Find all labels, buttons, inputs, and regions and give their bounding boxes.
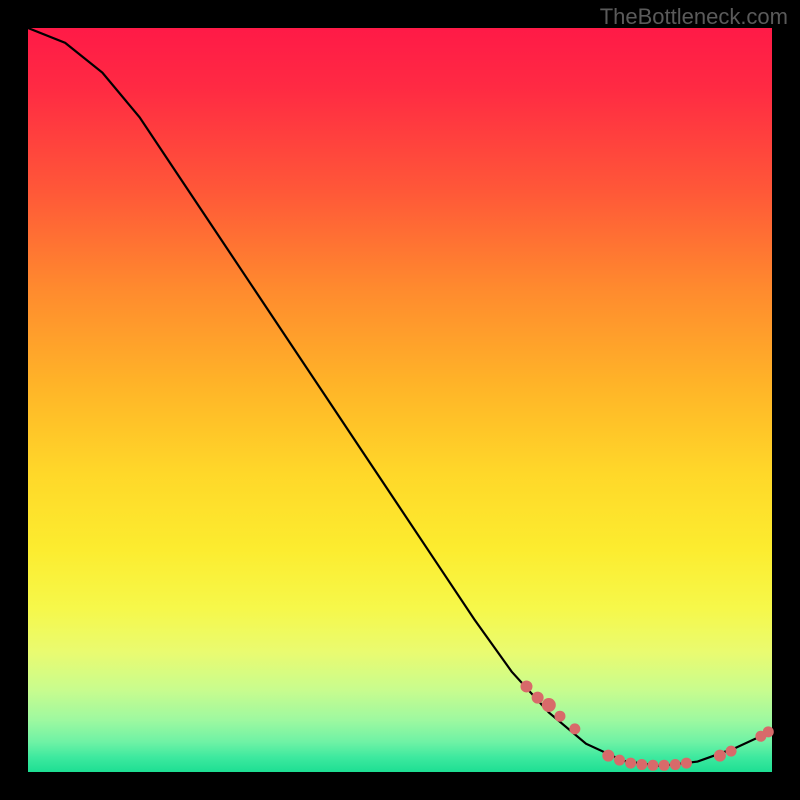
scatter-point	[614, 755, 625, 766]
scatter-point	[714, 750, 726, 762]
scatter-point	[520, 680, 532, 692]
scatter-point	[681, 758, 692, 769]
scatter-point	[659, 760, 670, 771]
scatter-points	[520, 680, 773, 770]
scatter-point	[647, 760, 658, 771]
scatter-point	[726, 746, 737, 757]
scatter-point	[602, 750, 614, 762]
scatter-point	[542, 698, 556, 712]
chart-container: TheBottleneck.com	[0, 0, 800, 800]
scatter-point	[569, 723, 580, 734]
scatter-point	[625, 758, 636, 769]
bottleneck-curve	[28, 28, 772, 766]
scatter-point	[763, 726, 774, 737]
scatter-point	[670, 759, 681, 770]
attribution-label: TheBottleneck.com	[600, 4, 788, 30]
scatter-point	[532, 692, 544, 704]
chart-overlay	[28, 28, 772, 772]
scatter-point	[554, 711, 565, 722]
scatter-point	[636, 759, 647, 770]
plot-area	[28, 28, 772, 772]
